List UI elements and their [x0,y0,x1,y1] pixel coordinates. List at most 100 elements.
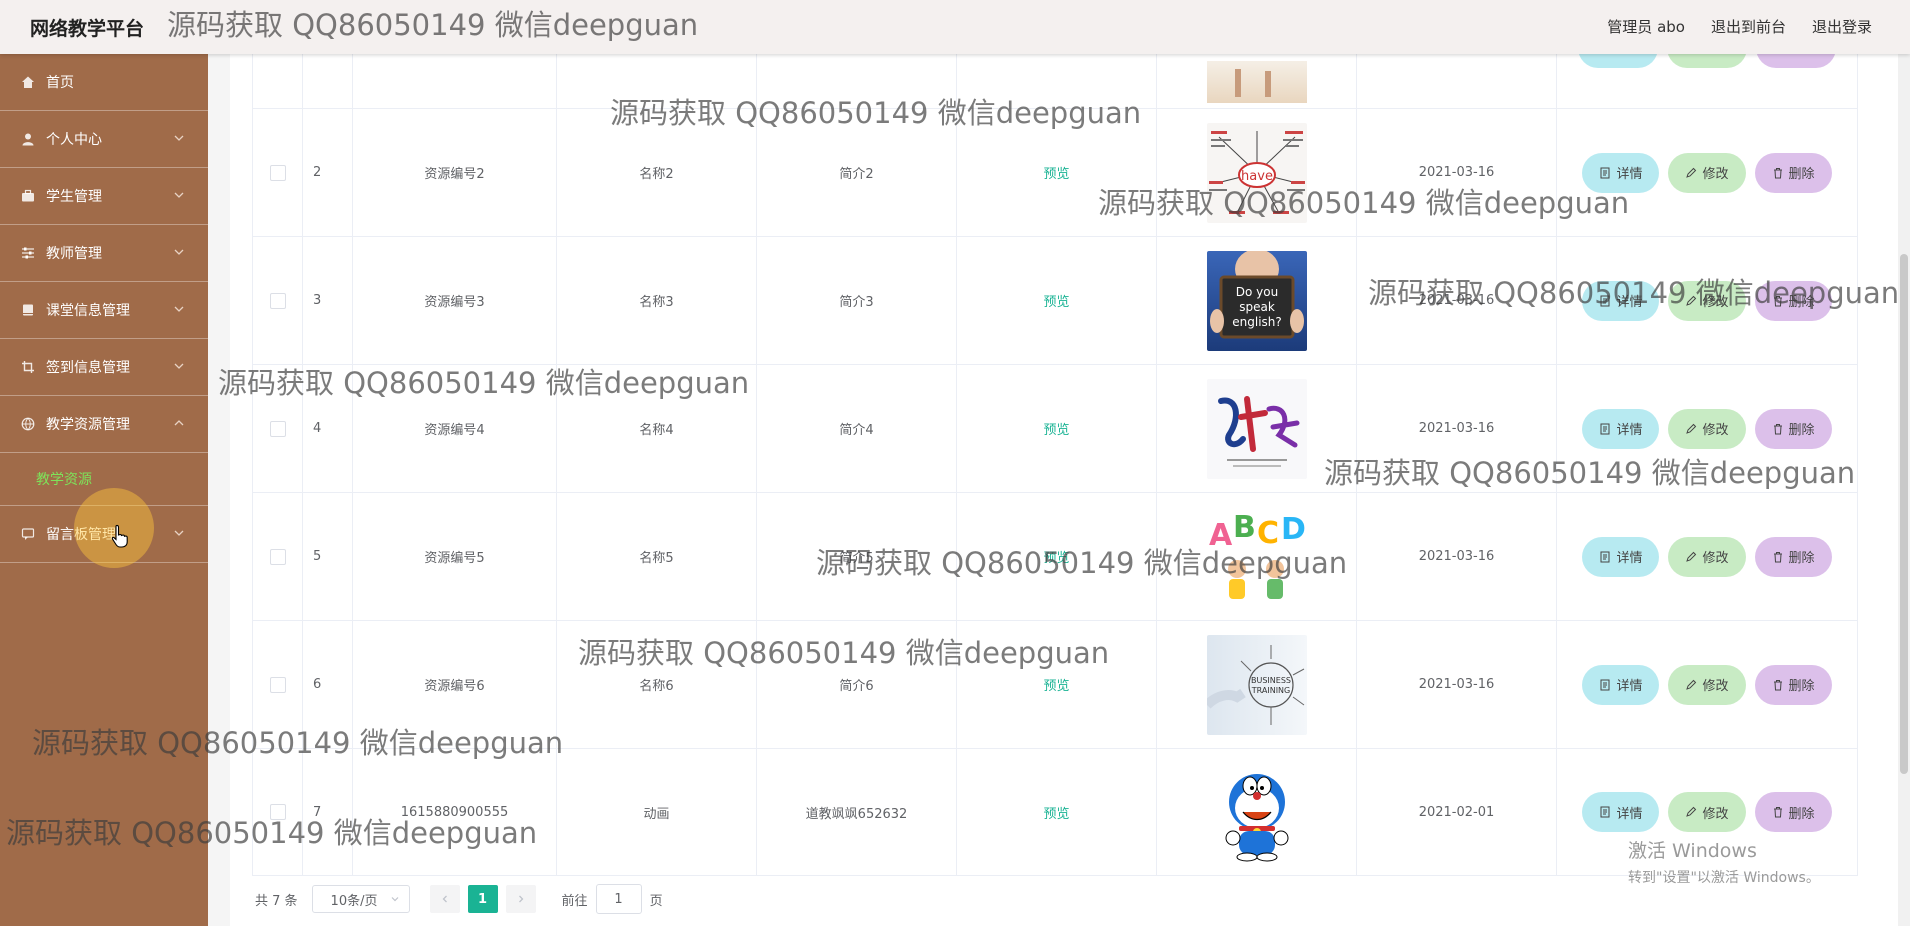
vertical-scrollbar[interactable] [1898,54,1910,926]
chevron-down-icon [391,897,398,902]
svg-text:A: A [1209,518,1233,553]
resource-name: 动画 [557,749,757,875]
document-icon [1600,679,1610,690]
svg-text:have: have [1241,169,1273,184]
page-size-select[interactable]: 10条/页 [311,885,410,913]
edit-button[interactable]: 修改 [1668,408,1746,449]
row-checkbox[interactable] [269,676,286,693]
sidebar-item-home[interactable]: 首页 [0,54,208,111]
row-checkbox[interactable] [269,548,286,565]
sidebar-item-teaching-resource-management[interactable]: 教学资源管理 [0,396,208,453]
document-icon [1600,551,1610,562]
document-icon [1600,806,1610,818]
user-icon [20,131,36,147]
total-count: 共 7 条 [255,893,298,909]
sidebar-item-class-info-management[interactable]: 课堂信息管理 [0,282,208,339]
preview-link[interactable]: 预览 [957,493,1157,620]
trash-icon [1773,167,1782,178]
svg-text:C: C [1257,516,1279,551]
brand-title: 网络教学平台 [30,18,145,40]
svg-text:Do you: Do you [1235,285,1277,299]
sidebar-item-label: 签到信息管理 [46,360,130,376]
preview-link[interactable]: 预览 [957,749,1157,875]
detail-button[interactable]: 详情 [1582,536,1660,577]
delete-button[interactable]: 删除 [1754,280,1832,321]
document-icon [1600,423,1610,434]
trash-icon [1773,295,1782,306]
svg-text:B: B [1233,510,1256,545]
delete-button[interactable]: 删除 [1754,536,1832,577]
pencil-icon [1686,551,1697,562]
home-icon [20,74,36,90]
exit-to-frontend-link[interactable]: 退出到前台 [1711,16,1786,37]
resource-date: 2021-02-01 [1357,749,1557,875]
row-checkbox[interactable] [269,292,286,309]
trash-icon [1773,423,1782,434]
delete-button[interactable]: 删除 [1754,664,1832,705]
sliders-icon [20,245,36,261]
detail-button[interactable]: 详情 [1582,792,1660,832]
row-index: 7 [303,749,353,875]
preview-link[interactable]: 预览 [957,237,1157,364]
next-page-button[interactable] [505,885,536,913]
delete-button[interactable]: 删除 [1754,408,1832,449]
globe-icon [20,416,36,432]
admin-user-link[interactable]: 管理员 abo [1607,16,1685,37]
delete-button[interactable]: 删除 [1754,152,1832,193]
chevron-down-icon [174,192,184,198]
sidebar-item-label: 课堂信息管理 [46,303,130,319]
resource-date: 2021-03-16 [1357,621,1557,748]
preview-link[interactable]: 预览 [957,621,1157,748]
table-row: 4 资源编号4 名称4 简介4 预览 2021-03-16 详情 修改 删除 [253,365,1857,493]
detail-button[interactable]: 详情 [1582,408,1660,449]
row-checkbox[interactable] [269,804,286,820]
resource-code: 资源编号4 [353,365,557,492]
row-checkbox[interactable] [269,420,286,437]
edit-button[interactable]: 修改 [1668,792,1746,832]
hand-cursor-icon [111,524,128,548]
sidebar-item-checkin-management[interactable]: 签到信息管理 [0,339,208,396]
delete-button[interactable]: 删除 [1754,792,1832,832]
content-gutter [208,54,230,926]
sidebar-item-student-management[interactable]: 学生管理 [0,168,208,225]
edit-button[interactable]: 修改 [1668,536,1746,577]
pencil-icon [1686,423,1697,434]
sidebar-item-teacher-management[interactable]: 教师管理 [0,225,208,282]
svg-text:TRAINING: TRAINING [1250,686,1289,695]
sidebar-item-label: 首页 [46,75,74,91]
goto-page-input[interactable]: 1 [595,884,642,914]
resource-name: 名称6 [557,621,757,748]
trash-icon [1773,807,1782,818]
chevron-down-icon [174,530,184,536]
preview-link[interactable]: 预览 [957,109,1157,236]
sidebar-item-label: 教师管理 [46,246,102,262]
page-unit-label: 页 [649,893,663,909]
crop-icon [20,359,36,375]
table-row: 5 资源编号5 名称5 简介5 预览 A B C D 2021-03-16 详情… [253,493,1857,621]
resource-code: 资源编号5 [353,493,557,620]
resource-name: 名称2 [557,109,757,236]
logout-link[interactable]: 退出登录 [1812,16,1872,37]
edit-button[interactable]: 修改 [1668,280,1746,321]
edit-button[interactable]: 修改 [1668,152,1746,193]
document-icon [1600,167,1610,178]
edit-button[interactable]: 修改 [1668,664,1746,705]
table-row: 6 资源编号6 名称6 简介6 预览 BUSINESS TRAINING 202… [253,621,1857,749]
trash-icon [1773,679,1782,690]
resource-name: 名称3 [557,237,757,364]
prev-page-button[interactable] [429,885,460,913]
page-number-current[interactable]: 1 [467,885,498,913]
detail-button[interactable]: 详情 [1582,152,1660,193]
windows-activation-notice: 激活 Windows 转到"设置"以激活 Windows。 [1628,840,1820,886]
resource-code: 资源编号6 [353,621,557,748]
detail-button[interactable]: 详情 [1582,280,1660,321]
detail-button[interactable]: 详情 [1582,664,1660,705]
preview-link[interactable]: 预览 [957,365,1157,492]
resource-date: 2021-03-16 [1357,109,1557,236]
resource-code: 资源编号2 [353,109,557,236]
resource-thumbnail-doraemon [1206,762,1307,862]
scrollbar-thumb[interactable] [1900,254,1908,774]
sidebar-item-personal-center[interactable]: 个人中心 [0,111,208,168]
row-checkbox[interactable] [269,164,286,181]
table-row [253,46,1857,109]
